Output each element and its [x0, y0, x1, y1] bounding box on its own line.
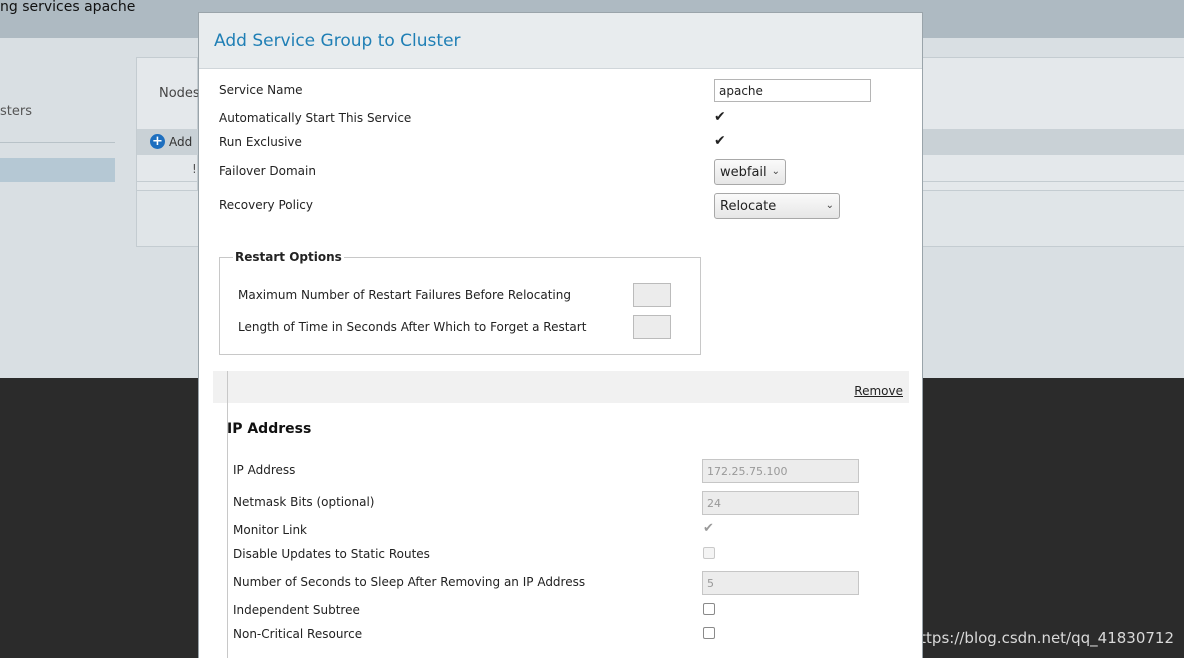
watermark: https://blog.csdn.net/qq_41830712 — [910, 629, 1174, 647]
sidebar-selected-item[interactable] — [0, 158, 115, 182]
failover-domain-select[interactable]: webfail ⌄ — [714, 159, 786, 185]
netmask-label: Netmask Bits (optional) — [233, 495, 375, 509]
row-marker: ! — [192, 162, 197, 176]
auto-start-checkbox[interactable]: ✔ — [714, 110, 730, 126]
chevron-down-icon: ⌄ — [771, 166, 780, 177]
independent-subtree-label: Independent Subtree — [233, 603, 360, 617]
resource-header-band: Remove — [213, 371, 909, 403]
max-failures-input[interactable] — [633, 283, 671, 307]
failover-domain-value: webfail — [720, 165, 767, 180]
forget-restart-input[interactable] — [633, 315, 671, 339]
service-name-input[interactable] — [714, 79, 871, 102]
add-button-label: Add — [169, 134, 193, 149]
netmask-input[interactable]: 24 — [702, 491, 859, 515]
recovery-policy-label: Recovery Policy — [219, 198, 313, 212]
monitor-link-checkbox[interactable]: ✔ — [703, 521, 714, 536]
service-name-label: Service Name — [219, 83, 303, 97]
non-critical-label: Non-Critical Resource — [233, 627, 363, 641]
ip-address-resource: Remove IP Address IP Address 172.25.75.1… — [213, 371, 909, 658]
ip-address-input[interactable]: 172.25.75.100 — [702, 459, 859, 483]
monitor-link-label: Monitor Link — [233, 523, 308, 537]
panel-toolbar-right — [922, 129, 1184, 155]
panel-footer-right — [922, 190, 1184, 246]
sleep-seconds-label: Number of Seconds to Sleep After Removin… — [233, 575, 586, 589]
ip-address-heading: IP Address — [227, 421, 312, 437]
non-critical-checkbox[interactable] — [703, 627, 715, 639]
dialog-title: Add Service Group to Cluster — [214, 31, 461, 51]
recovery-policy-value: Relocate — [720, 199, 777, 214]
chevron-down-icon: ⌄ — [825, 200, 834, 211]
ip-address-label: IP Address — [233, 463, 296, 477]
panel-footer — [137, 190, 198, 246]
max-failures-label: Maximum Number of Restart Failures Befor… — [238, 288, 571, 302]
page-title: ng services apache — [0, 0, 136, 15]
sidebar-divider — [0, 142, 115, 143]
plus-icon: + — [150, 134, 165, 149]
nodes-tab[interactable]: Nodes — [159, 86, 200, 101]
sleep-seconds-input[interactable]: 5 — [702, 571, 859, 595]
table-row-right — [922, 158, 1184, 182]
restart-options-legend: Restart Options — [233, 250, 344, 264]
remove-resource-link[interactable]: Remove — [854, 384, 903, 398]
run-exclusive-label: Run Exclusive — [219, 135, 302, 149]
table-row[interactable]: ! — [137, 158, 198, 182]
sidebar-item-clusters[interactable]: sters — [0, 104, 32, 119]
forget-restart-label: Length of Time in Seconds After Which to… — [238, 320, 587, 334]
run-exclusive-checkbox[interactable]: ✔ — [714, 134, 730, 150]
add-button[interactable]: + Add — [150, 134, 192, 149]
failover-domain-label: Failover Domain — [219, 164, 316, 178]
recovery-policy-select[interactable]: Relocate ⌄ — [714, 193, 840, 219]
resource-left-border — [227, 371, 228, 658]
independent-subtree-checkbox[interactable] — [703, 603, 715, 615]
auto-start-label: Automatically Start This Service — [219, 111, 412, 125]
disable-updates-label: Disable Updates to Static Routes — [233, 547, 430, 561]
add-service-group-dialog: Add Service Group to Cluster Service Nam… — [198, 12, 923, 658]
restart-options-group: Restart Options Maximum Number of Restar… — [219, 250, 701, 355]
disable-updates-checkbox[interactable] — [703, 547, 715, 559]
dialog-header: Add Service Group to Cluster — [199, 13, 922, 69]
